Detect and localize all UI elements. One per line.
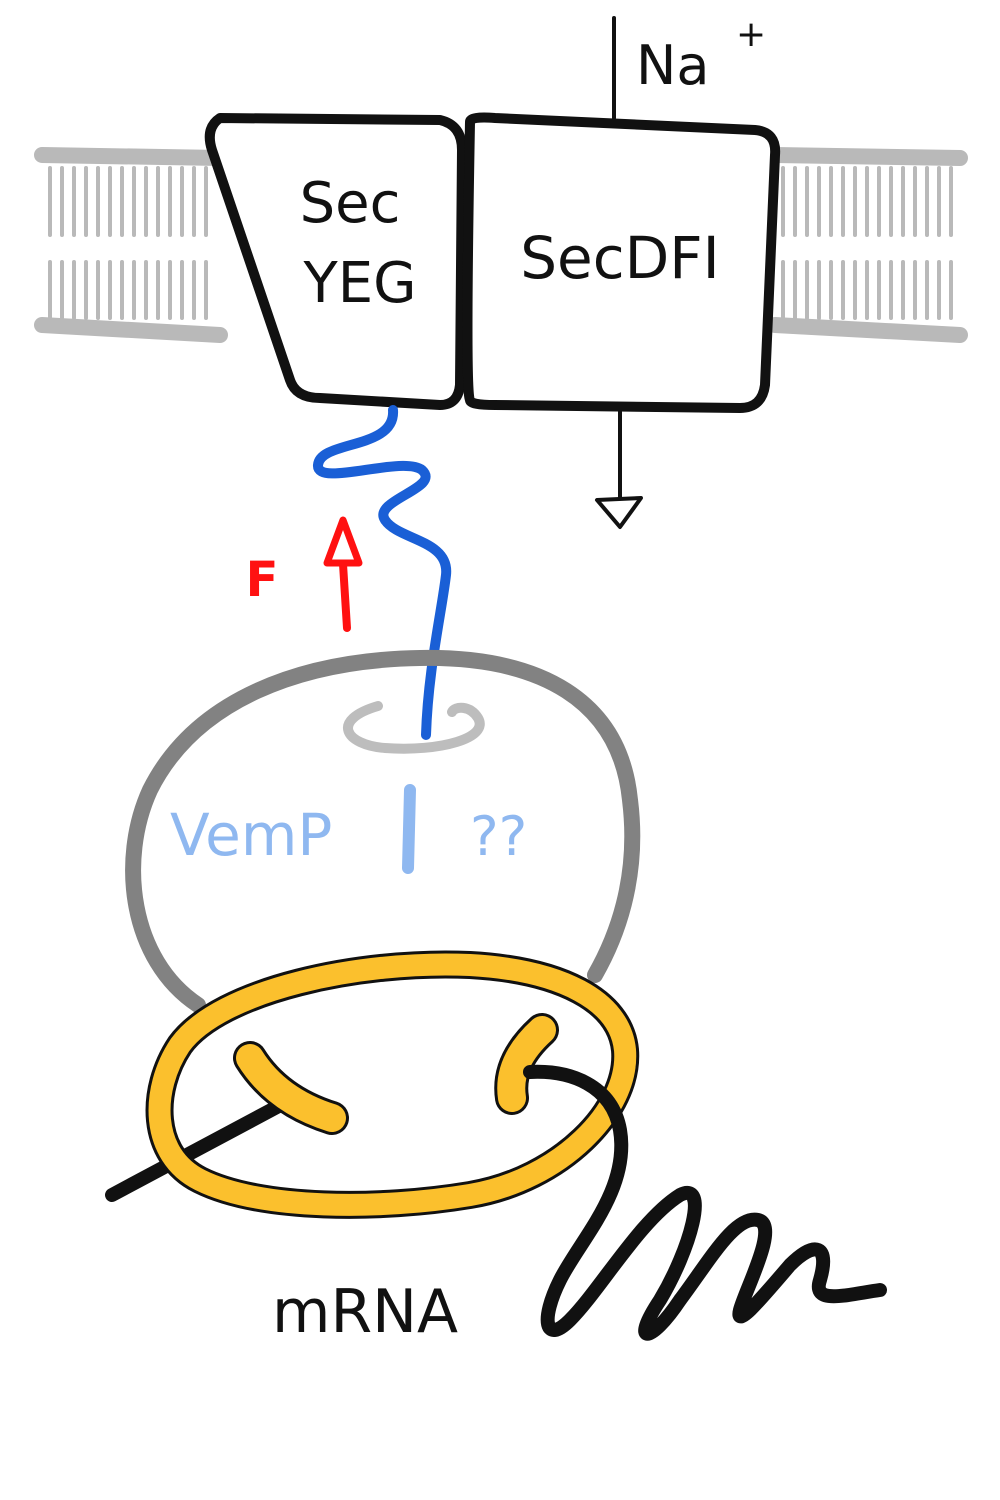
membrane-right [767,147,968,343]
vemp-tunnel-mark [402,784,416,874]
ribosome-small-subunit [145,950,640,1219]
diagram-svg: Sec YEG SecDFI Na + F VemP ?? mRNA [34,14,968,1347]
membrane-left [34,147,228,343]
mrna-label: mRNA [272,1277,458,1347]
secdfi-label: SecDFI [520,224,720,292]
sodium-label: Na [636,34,710,97]
membrane-headgroups-top [34,147,228,166]
diagram-canvas: Sec YEG SecDFI Na + F VemP ?? mRNA [0,0,1000,1500]
vemp-label: VemP [170,801,332,869]
secyeg-label-line1: Sec [300,171,401,236]
secyeg-label-line2: YEG [303,251,417,316]
membrane-headgroups-bottom [34,317,228,343]
force-arrow-head [323,516,363,567]
proton-exit-arrowhead [595,496,643,529]
sodium-charge-label: + [736,14,766,55]
membrane-headgroups-top [767,147,968,166]
unknown-label: ?? [470,805,527,868]
exit-tunnel-ring [343,701,485,754]
force-label: F [246,552,279,608]
membrane-headgroups-bottom [767,317,968,343]
nascent-polypeptide-chain [313,405,452,740]
force-arrow-shaft [339,560,351,632]
mrna-strand-right [523,1064,887,1341]
